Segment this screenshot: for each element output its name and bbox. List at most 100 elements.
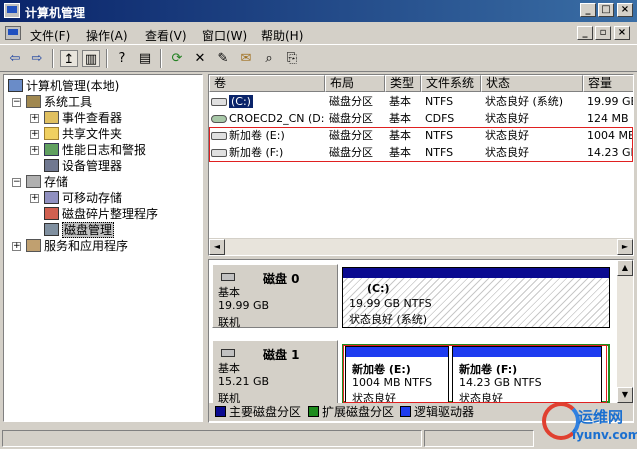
performance-icon bbox=[44, 143, 59, 156]
partition-c[interactable]: (C:) 19.99 GB NTFS 状态良好 (系统) bbox=[342, 267, 610, 328]
highlight-annotation-box bbox=[209, 127, 633, 162]
horizontal-scrollbar[interactable]: ◄ ► bbox=[209, 238, 633, 255]
show-tree-icon[interactable]: ▥ bbox=[82, 50, 100, 67]
tree-label: 系统工具 bbox=[44, 95, 93, 109]
maximize-button[interactable]: □ bbox=[598, 3, 614, 17]
volume-icon bbox=[211, 98, 227, 106]
tree-label: 设备管理器 bbox=[62, 159, 123, 173]
up-folder-icon[interactable]: ↥ bbox=[60, 50, 78, 67]
scroll-up-button[interactable]: ▲ bbox=[617, 260, 633, 276]
open-icon[interactable]: ✉ bbox=[237, 50, 255, 67]
services-icon bbox=[26, 239, 41, 252]
volume-list[interactable]: 卷 布局 类型 文件系统 状态 容量 (C:) 磁盘分区 基本 NTFS 状态良… bbox=[208, 74, 634, 256]
collapse-storage[interactable]: − bbox=[12, 178, 21, 187]
expand-shared-folders[interactable]: + bbox=[30, 130, 39, 139]
expand-event-viewer[interactable]: + bbox=[30, 114, 39, 123]
export-icon[interactable]: ⎘ bbox=[283, 50, 301, 67]
legend-swatch-logical bbox=[400, 406, 411, 417]
tree-item-root[interactable]: 计算机管理(本地) bbox=[8, 78, 119, 94]
tree-label: 可移动存储 bbox=[62, 191, 123, 205]
close-button[interactable]: × bbox=[617, 3, 633, 17]
volume-name: (C:) bbox=[229, 95, 253, 108]
menu-window[interactable]: 窗口(W) bbox=[202, 27, 247, 44]
computer-management-icon bbox=[4, 3, 20, 18]
disk-management-icon bbox=[44, 223, 59, 236]
disk-graphical-view[interactable]: 磁盘 0 基本 19.99 GB 联机 (C:) 19.99 GB NTFS 状… bbox=[208, 259, 634, 423]
legend-swatch-extended bbox=[308, 406, 319, 417]
volume-fs: CDFS bbox=[425, 112, 455, 125]
disk-0-info[interactable]: 磁盘 0 基本 19.99 GB 联机 bbox=[212, 264, 338, 329]
disk-state: 联机 bbox=[218, 316, 240, 329]
tree-item-services[interactable]: 服务和应用程序 bbox=[26, 238, 128, 254]
disk-size: 19.99 GB bbox=[218, 299, 270, 312]
properties-pane-icon[interactable]: ▤ bbox=[136, 50, 154, 67]
document-icon[interactable] bbox=[5, 26, 21, 40]
tree-item-system-tools[interactable]: 系统工具 bbox=[26, 94, 92, 110]
expand-services[interactable]: + bbox=[12, 242, 21, 251]
menu-file[interactable]: 文件(F) bbox=[30, 27, 70, 44]
volume-type: 基本 bbox=[389, 112, 411, 125]
legend-swatch-primary bbox=[215, 406, 226, 417]
menu-view[interactable]: 查看(V) bbox=[145, 27, 187, 44]
table-row[interactable]: CROECD2_CN (D:) 磁盘分区 基本 CDFS 状态良好 124 MB bbox=[209, 110, 633, 128]
tree-item-perf-logs[interactable]: 性能日志和警报 bbox=[44, 142, 146, 158]
disk-type: 基本 bbox=[218, 362, 240, 375]
tree-item-defrag[interactable]: 磁盘碎片整理程序 bbox=[44, 206, 158, 222]
column-header-status[interactable]: 状态 bbox=[481, 75, 583, 92]
forward-arrow-icon[interactable]: ⇨ bbox=[28, 50, 46, 67]
scroll-left-button[interactable]: ◄ bbox=[209, 239, 225, 255]
legend-label: 扩展磁盘分区 bbox=[322, 405, 395, 419]
menu-help[interactable]: 帮助(H) bbox=[261, 27, 303, 44]
delete-icon[interactable]: ✕ bbox=[191, 50, 209, 67]
tools-icon bbox=[26, 95, 41, 108]
disk-icon bbox=[221, 349, 235, 357]
scroll-right-button[interactable]: ► bbox=[617, 239, 633, 255]
child-restore-button[interactable]: ▫ bbox=[595, 26, 611, 40]
column-header-capacity[interactable]: 容量 bbox=[583, 75, 633, 92]
tree-item-disk-management[interactable]: 磁盘管理 bbox=[44, 222, 115, 238]
tree-label-selected: 磁盘管理 bbox=[62, 222, 115, 238]
site-watermark: 运维网 iyunv.com bbox=[536, 400, 637, 446]
search-icon[interactable]: ⌕ bbox=[260, 50, 278, 67]
column-header-fs[interactable]: 文件系统 bbox=[421, 75, 481, 92]
column-header-layout[interactable]: 布局 bbox=[325, 75, 385, 92]
tree-label: 事件查看器 bbox=[62, 111, 123, 125]
menu-action[interactable]: 操作(A) bbox=[86, 27, 128, 44]
tree-item-storage[interactable]: 存储 bbox=[26, 174, 68, 190]
tree-item-removable-storage[interactable]: 可移动存储 bbox=[44, 190, 122, 206]
volume-capacity: 124 MB bbox=[587, 112, 629, 125]
table-row[interactable]: (C:) 磁盘分区 基本 NTFS 状态良好 (系统) 19.99 GB bbox=[209, 93, 633, 111]
collapse-system-tools[interactable]: − bbox=[12, 98, 21, 107]
removable-storage-icon bbox=[44, 191, 59, 204]
tree-item-device-manager[interactable]: 设备管理器 bbox=[44, 158, 122, 174]
expand-removable-storage[interactable]: + bbox=[30, 194, 39, 203]
volume-name: CROECD2_CN (D:) bbox=[229, 112, 325, 125]
volume-layout: 磁盘分区 bbox=[329, 95, 373, 108]
volume-fs: NTFS bbox=[425, 95, 454, 108]
tree-label: 服务和应用程序 bbox=[44, 239, 129, 253]
tree-item-shared-folders[interactable]: 共享文件夹 bbox=[44, 126, 122, 142]
child-close-button[interactable]: × bbox=[614, 26, 630, 40]
minimize-button[interactable]: _ bbox=[580, 3, 596, 17]
highlight-annotation-box bbox=[343, 345, 607, 403]
column-header-type[interactable]: 类型 bbox=[385, 75, 421, 92]
expand-perf-logs[interactable]: + bbox=[30, 146, 39, 155]
disk-1-info[interactable]: 磁盘 1 基本 15.21 GB 联机 bbox=[212, 340, 338, 405]
child-minimize-button[interactable]: _ bbox=[577, 26, 593, 40]
defrag-icon bbox=[44, 207, 59, 220]
column-header-volume[interactable]: 卷 bbox=[209, 75, 325, 92]
shared-folder-icon bbox=[44, 127, 59, 140]
window-title: 计算机管理 bbox=[25, 6, 86, 20]
back-arrow-icon[interactable]: ⇦ bbox=[6, 50, 24, 67]
partition-label: (C:) bbox=[367, 282, 390, 295]
properties-icon[interactable]: ✎ bbox=[214, 50, 232, 67]
disk-type: 基本 bbox=[218, 286, 240, 299]
console-tree[interactable]: 计算机管理(本地) − 系统工具 + 事件查看器 + 共享文件夹 + 性能日志和… bbox=[3, 74, 203, 422]
device-manager-icon bbox=[44, 159, 59, 172]
tree-label: 计算机管理(本地) bbox=[26, 79, 120, 93]
vertical-scrollbar[interactable]: ▲ ▼ bbox=[617, 260, 633, 403]
tree-item-event-viewer[interactable]: 事件查看器 bbox=[44, 110, 122, 126]
help-icon[interactable]: ? bbox=[113, 50, 131, 67]
refresh-icon[interactable]: ⟳ bbox=[168, 50, 186, 67]
partition-size: 19.99 GB NTFS bbox=[349, 297, 432, 310]
